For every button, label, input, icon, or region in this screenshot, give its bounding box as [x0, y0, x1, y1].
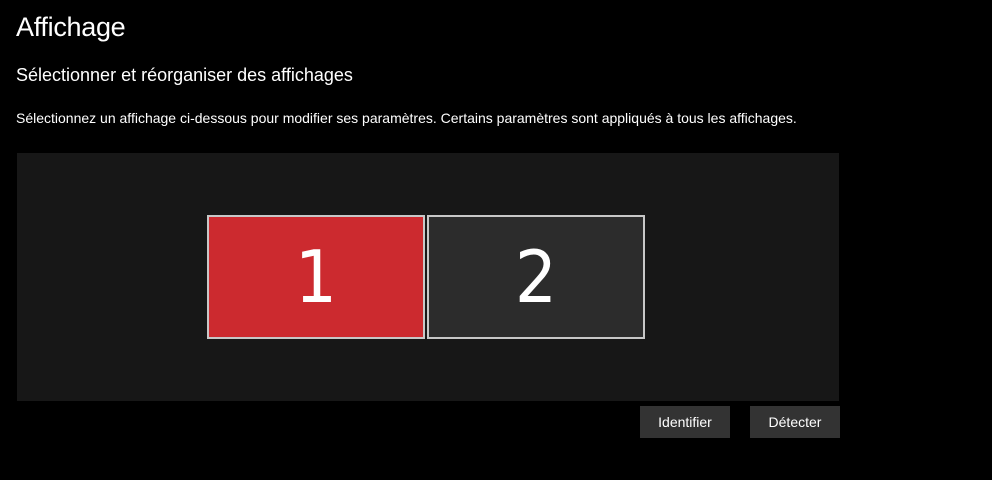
section-description: Sélectionnez un affichage ci-dessous pou… — [16, 110, 797, 126]
display-arrangement-area[interactable]: 1 2 — [17, 153, 839, 401]
display-1-number: 1 — [294, 235, 338, 319]
display-2-number: 2 — [514, 235, 558, 319]
display-1-tile[interactable]: 1 — [207, 215, 425, 339]
page-title: Affichage — [16, 12, 126, 42]
identify-button[interactable]: Identifier — [640, 406, 730, 438]
display-2-tile[interactable]: 2 — [427, 215, 645, 339]
detect-button[interactable]: Détecter — [750, 406, 840, 438]
section-title: Sélectionner et réorganiser des affichag… — [16, 65, 353, 85]
